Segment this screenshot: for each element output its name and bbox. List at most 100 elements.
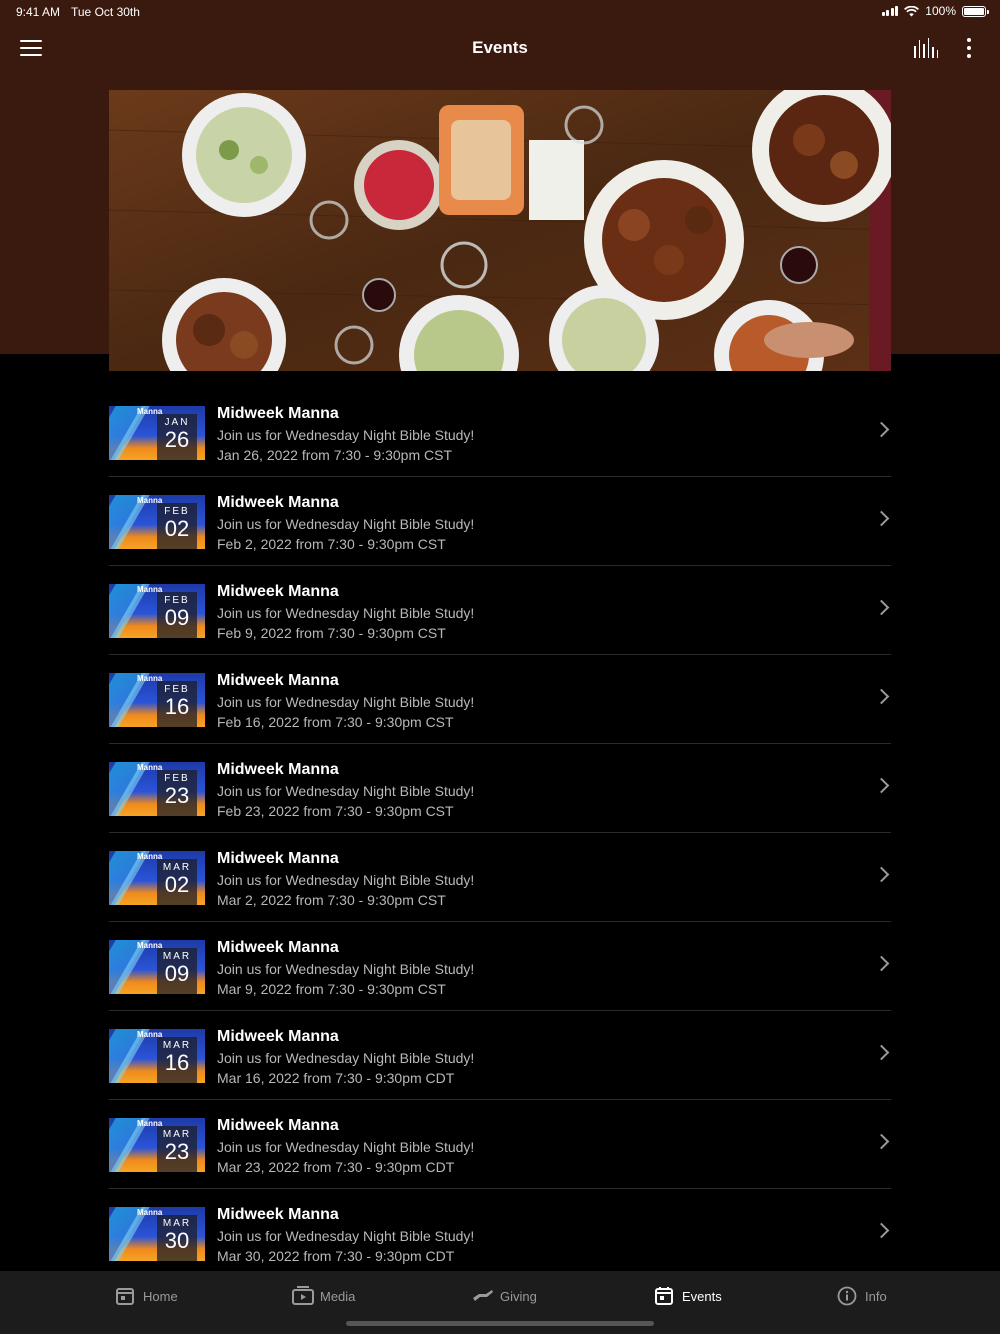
tab-label: Media: [320, 1288, 356, 1304]
home-indicator[interactable]: [346, 1321, 654, 1326]
battery-icon: [962, 5, 989, 17]
calendar-icon: [654, 1286, 674, 1306]
event-title: Midweek Manna: [217, 672, 339, 689]
wifi-icon: [904, 5, 920, 16]
chevron-right-icon: [873, 777, 890, 794]
event-row[interactable]: Manna MAR 30 Midweek Manna Join us for W…: [109, 1189, 891, 1278]
event-row[interactable]: Manna FEB 09 Midweek Manna Join us for W…: [109, 566, 891, 655]
status-date: Tue Oct 30th: [71, 5, 140, 19]
event-row[interactable]: Manna FEB 16 Midweek Manna Join us for W…: [109, 655, 891, 744]
chevron-right-icon: [873, 1222, 890, 1239]
date-badge-day: 16: [164, 694, 190, 719]
event-title: Midweek Manna: [217, 761, 339, 778]
chevron-right-icon: [873, 688, 890, 705]
media-icon: [292, 1286, 314, 1306]
event-title: Midweek Manna: [217, 405, 339, 422]
chevron-right-icon: [873, 955, 890, 972]
event-row[interactable]: Manna MAR 16 Midweek Manna Join us for W…: [109, 1011, 891, 1100]
date-badge-day: 23: [164, 783, 190, 808]
event-datetime: Mar 2, 2022 from 7:30 - 9:30pm CST: [217, 892, 446, 908]
chevron-right-icon: [873, 1044, 890, 1061]
date-badge: MAR 09: [157, 948, 197, 994]
event-thumbnail: Manna MAR 16: [109, 1029, 205, 1083]
chevron-right-icon: [873, 510, 890, 527]
tab-media[interactable]: Media: [292, 1284, 355, 1308]
date-badge-day: 26: [164, 427, 190, 452]
event-description: Join us for Wednesday Night Bible Study!: [217, 872, 475, 888]
navigation-bar: Events: [0, 24, 1000, 72]
date-badge-day: 30: [164, 1228, 190, 1253]
battery-percent: 100%: [925, 4, 956, 18]
chevron-right-icon: [873, 599, 890, 616]
event-datetime: Feb 2, 2022 from 7:30 - 9:30pm CST: [217, 536, 446, 552]
event-datetime: Feb 16, 2022 from 7:30 - 9:30pm CST: [217, 714, 454, 730]
event-row[interactable]: Manna FEB 23 Midweek Manna Join us for W…: [109, 744, 891, 833]
date-badge-day: 09: [164, 961, 190, 986]
chevron-right-icon: [873, 1133, 890, 1150]
event-description: Join us for Wednesday Night Bible Study!: [217, 1139, 475, 1155]
tab-info[interactable]: Info: [837, 1284, 887, 1308]
event-description: Join us for Wednesday Night Bible Study!: [217, 605, 475, 621]
date-badge: FEB 23: [157, 770, 197, 816]
event-title: Midweek Manna: [217, 494, 339, 511]
date-badge: FEB 16: [157, 681, 197, 727]
cellular-signal-icon: [881, 6, 899, 16]
event-description: Join us for Wednesday Night Bible Study!: [217, 783, 475, 799]
event-description: Join us for Wednesday Night Bible Study!: [217, 694, 475, 710]
event-title: Midweek Manna: [217, 850, 339, 867]
date-badge-day: 23: [164, 1139, 190, 1164]
audio-bars-icon[interactable]: [914, 38, 938, 58]
date-badge: MAR 02: [157, 859, 197, 905]
status-time: 9:41 AM: [16, 5, 61, 19]
info-icon: [837, 1286, 857, 1306]
event-row[interactable]: Manna MAR 23 Midweek Manna Join us for W…: [109, 1100, 891, 1189]
status-indicators: 100%: [881, 4, 989, 18]
date-badge: MAR 23: [157, 1126, 197, 1172]
tab-label: Info: [865, 1288, 887, 1304]
event-description: Join us for Wednesday Night Bible Study!: [217, 961, 475, 977]
date-badge: FEB 09: [157, 592, 197, 638]
event-thumbnail: Manna FEB 16: [109, 673, 205, 727]
giving-icon: [472, 1286, 493, 1306]
chevron-right-icon: [873, 421, 890, 438]
event-row[interactable]: Manna MAR 09 Midweek Manna Join us for W…: [109, 922, 891, 1011]
food-table-illustration: [109, 90, 891, 371]
event-title: Midweek Manna: [217, 583, 339, 600]
event-datetime: Mar 16, 2022 from 7:30 - 9:30pm CDT: [217, 1070, 455, 1086]
event-datetime: Mar 23, 2022 from 7:30 - 9:30pm CDT: [217, 1159, 455, 1175]
event-datetime: Feb 23, 2022 from 7:30 - 9:30pm CST: [217, 803, 454, 819]
tab-home[interactable]: Home: [115, 1284, 178, 1308]
event-title: Midweek Manna: [217, 939, 339, 956]
event-thumbnail: Manna MAR 09: [109, 940, 205, 994]
event-thumbnail: Manna MAR 02: [109, 851, 205, 905]
event-row[interactable]: Manna MAR 02 Midweek Manna Join us for W…: [109, 833, 891, 922]
event-title: Midweek Manna: [217, 1028, 339, 1045]
tab-label: Events: [682, 1288, 722, 1304]
tab-label: Home: [143, 1288, 178, 1304]
event-thumbnail: Manna FEB 09: [109, 584, 205, 638]
date-badge-day: 02: [164, 516, 190, 541]
event-row[interactable]: Manna FEB 02 Midweek Manna Join us for W…: [109, 477, 891, 566]
hero-image: [109, 90, 891, 371]
event-description: Join us for Wednesday Night Bible Study!: [217, 1228, 475, 1244]
event-datetime: Mar 9, 2022 from 7:30 - 9:30pm CST: [217, 981, 446, 997]
page-title: Events: [472, 38, 528, 57]
event-title: Midweek Manna: [217, 1206, 339, 1223]
tab-giving[interactable]: Giving: [472, 1284, 537, 1308]
event-row[interactable]: Manna JAN 26 Midweek Manna Join us for W…: [109, 388, 891, 477]
event-thumbnail: Manna MAR 23: [109, 1118, 205, 1172]
status-bar: 9:41 AM Tue Oct 30th 100%: [0, 0, 1000, 24]
tab-events[interactable]: Events: [654, 1284, 722, 1308]
date-badge-day: 09: [164, 605, 190, 630]
event-thumbnail: Manna FEB 23: [109, 762, 205, 816]
home-icon: [115, 1286, 135, 1306]
event-datetime: Feb 9, 2022 from 7:30 - 9:30pm CST: [217, 625, 446, 641]
event-thumbnail: Manna FEB 02: [109, 495, 205, 549]
event-datetime: Mar 30, 2022 from 7:30 - 9:30pm CDT: [217, 1248, 455, 1264]
event-description: Join us for Wednesday Night Bible Study!: [217, 427, 475, 443]
more-options-icon[interactable]: [966, 38, 972, 58]
event-title: Midweek Manna: [217, 1117, 339, 1134]
date-badge: MAR 30: [157, 1215, 197, 1261]
event-thumbnail: Manna JAN 26: [109, 406, 205, 460]
event-thumbnail: Manna MAR 30: [109, 1207, 205, 1261]
